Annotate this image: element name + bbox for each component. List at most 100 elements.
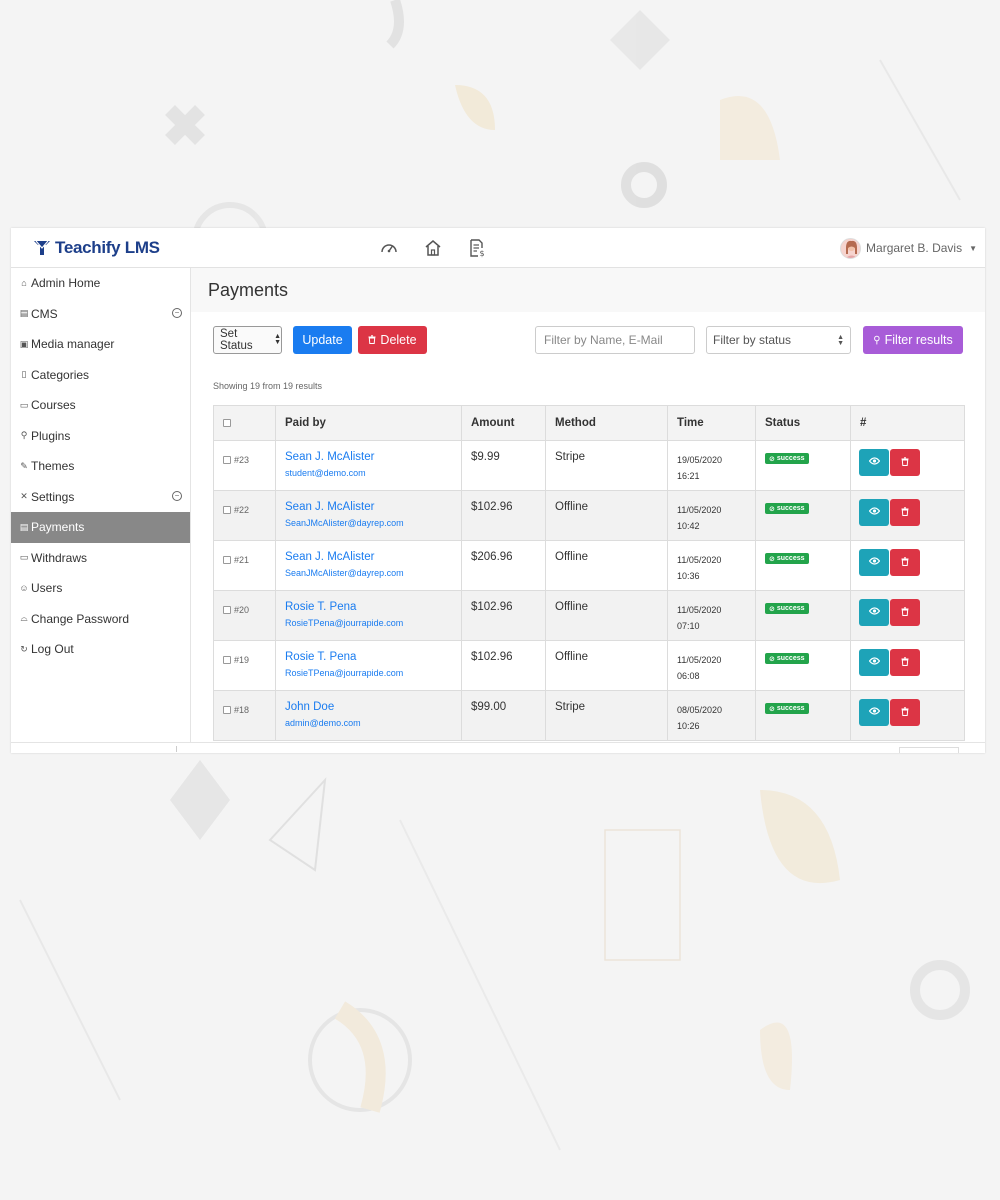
row-checkbox[interactable] — [223, 605, 231, 614]
delete-row-button[interactable] — [890, 449, 920, 476]
dashboard-icon[interactable] — [379, 238, 399, 258]
amount-cell: $9.99 — [461, 440, 546, 491]
payer-name-link[interactable]: John Doe — [285, 701, 461, 713]
header-paid-by[interactable]: Paid by — [275, 405, 462, 441]
payment-time: 07:10 — [677, 621, 700, 631]
header-status[interactable]: Status — [755, 405, 851, 441]
footer-strip — [11, 742, 985, 753]
payer-name-link[interactable]: Rosie T. Pena — [285, 651, 461, 663]
header-actions: # — [850, 405, 965, 441]
search-icon: ⚲ — [873, 334, 881, 346]
chevron-down-icon: ▼ — [969, 243, 977, 253]
delete-row-button[interactable] — [890, 699, 920, 726]
row-checkbox[interactable] — [223, 555, 231, 564]
view-button[interactable] — [859, 449, 889, 476]
payer-email-link[interactable]: RosieTPena@jourrapide.com — [285, 618, 461, 628]
withdraws-icon: ▭ — [19, 552, 29, 563]
sidebar-item-cms[interactable]: ▤ CMS − — [11, 299, 190, 330]
header-amount[interactable]: Amount — [461, 405, 546, 441]
payer-name-link[interactable]: Sean J. McAlister — [285, 451, 461, 463]
trash-icon — [901, 556, 909, 569]
method-cell: Offline — [545, 640, 668, 691]
app-window: Teachify LMS $ Margaret B. Davis ▼ ⌂ Adm… — [11, 228, 985, 753]
sidebar-item-users[interactable]: ☺ Users — [11, 573, 190, 604]
amount-cell: $206.96 — [461, 540, 546, 591]
delete-row-button[interactable] — [890, 549, 920, 576]
home-icon[interactable] — [423, 238, 443, 258]
view-button[interactable] — [859, 549, 889, 576]
sidebar-item-plugins[interactable]: ⚲ Plugins — [11, 421, 190, 452]
payer-email-link[interactable]: SeanJMcAlister@dayrep.com — [285, 518, 461, 528]
payer-email-link[interactable]: admin@demo.com — [285, 718, 461, 728]
payment-date: 08/05/2020 — [677, 705, 723, 715]
payment-id: #23 — [234, 454, 250, 465]
payment-time: 10:36 — [677, 571, 700, 581]
invoice-icon[interactable]: $ — [467, 238, 487, 258]
header-method[interactable]: Method — [545, 405, 668, 441]
filter-status-select[interactable]: Filter by status ▲ ▼ — [706, 326, 851, 354]
delete-row-button[interactable] — [890, 499, 920, 526]
payments-table: Paid by Amount Method Time Status # #23 S… — [213, 405, 965, 741]
actions-cell — [850, 440, 965, 491]
user-menu[interactable]: Margaret B. Davis ▼ — [840, 236, 977, 260]
set-status-select[interactable]: Set Status ▲ ▼ — [213, 326, 282, 354]
courses-icon: ▭ — [19, 399, 29, 410]
sidebar-item-themes[interactable]: ✎ Themes — [11, 451, 190, 482]
media-icon: ▣ — [19, 338, 29, 349]
collapse-icon[interactable]: − — [172, 490, 182, 501]
filter-results-button[interactable]: ⚲ Filter results — [863, 326, 963, 354]
check-circle-icon: ⊘ — [769, 555, 775, 563]
header-time[interactable]: Time — [667, 405, 756, 441]
sidebar-item-withdraws[interactable]: ▭ Withdraws — [11, 543, 190, 574]
sidebar-item-label: Courses — [31, 398, 76, 413]
plugins-icon: ⚲ — [20, 430, 28, 441]
row-checkbox[interactable] — [223, 455, 231, 464]
eye-icon — [868, 607, 880, 618]
row-checkbox[interactable] — [223, 655, 231, 664]
payer-name-link[interactable]: Sean J. McAlister — [285, 551, 461, 563]
payer-name-link[interactable]: Sean J. McAlister — [285, 501, 461, 513]
delete-row-button[interactable] — [890, 599, 920, 626]
sidebar-item-media-manager[interactable]: ▣ Media manager — [11, 329, 190, 360]
update-button[interactable]: Update — [293, 326, 352, 354]
sidebar-item-change-password[interactable]: ⌓ Change Password — [11, 604, 190, 635]
main-content: Payments Set Status ▲ ▼ Update Delete Fil… — [191, 268, 985, 753]
trash-icon — [901, 456, 909, 469]
sidebar-item-admin-home[interactable]: ⌂ Admin Home — [11, 268, 190, 299]
brand-logo[interactable]: Teachify LMS — [33, 237, 160, 259]
view-button[interactable] — [859, 649, 889, 676]
payer-email-link[interactable]: RosieTPena@jourrapide.com — [285, 668, 461, 678]
check-circle-icon: ⊘ — [769, 705, 775, 713]
users-icon: ☺ — [19, 583, 29, 594]
sidebar-item-log-out[interactable]: ↻ Log Out — [11, 634, 190, 665]
eye-icon — [868, 557, 880, 568]
view-button[interactable] — [859, 699, 889, 726]
payer-email-link[interactable]: SeanJMcAlister@dayrep.com — [285, 568, 461, 578]
sidebar-item-payments[interactable]: ▤ Payments — [11, 512, 190, 543]
row-checkbox[interactable] — [223, 505, 231, 514]
row-select-cell: #21 — [213, 540, 276, 591]
view-button[interactable] — [859, 599, 889, 626]
filter-results-label: Filter results — [884, 333, 953, 347]
sidebar-item-categories[interactable]: ▯ Categories — [11, 360, 190, 391]
payment-id: #19 — [234, 654, 250, 665]
delete-button[interactable]: Delete — [358, 326, 427, 354]
row-checkbox[interactable] — [223, 705, 231, 714]
trash-icon — [901, 706, 909, 719]
page-header: Payments — [191, 268, 985, 312]
sidebar-item-settings[interactable]: ✕ Settings − — [11, 482, 190, 513]
status-text: success — [776, 505, 805, 512]
payer-email-link[interactable]: student@demo.com — [285, 468, 461, 478]
delete-row-button[interactable] — [890, 649, 920, 676]
status-text: success — [776, 655, 805, 662]
select-all-checkbox[interactable] — [223, 418, 231, 427]
sidebar-item-courses[interactable]: ▭ Courses — [11, 390, 190, 421]
method-cell: Offline — [545, 540, 668, 591]
status-text: success — [776, 705, 805, 712]
status-cell: ⊘ success — [755, 690, 851, 741]
payer-name-link[interactable]: Rosie T. Pena — [285, 601, 461, 613]
view-button[interactable] — [859, 499, 889, 526]
filter-name-input[interactable]: Filter by Name, E-Mail — [535, 326, 695, 354]
collapse-icon[interactable]: − — [172, 307, 182, 318]
table-row: #18 John Doe admin@demo.com $99.00 Stripe 08/… — [213, 690, 965, 741]
